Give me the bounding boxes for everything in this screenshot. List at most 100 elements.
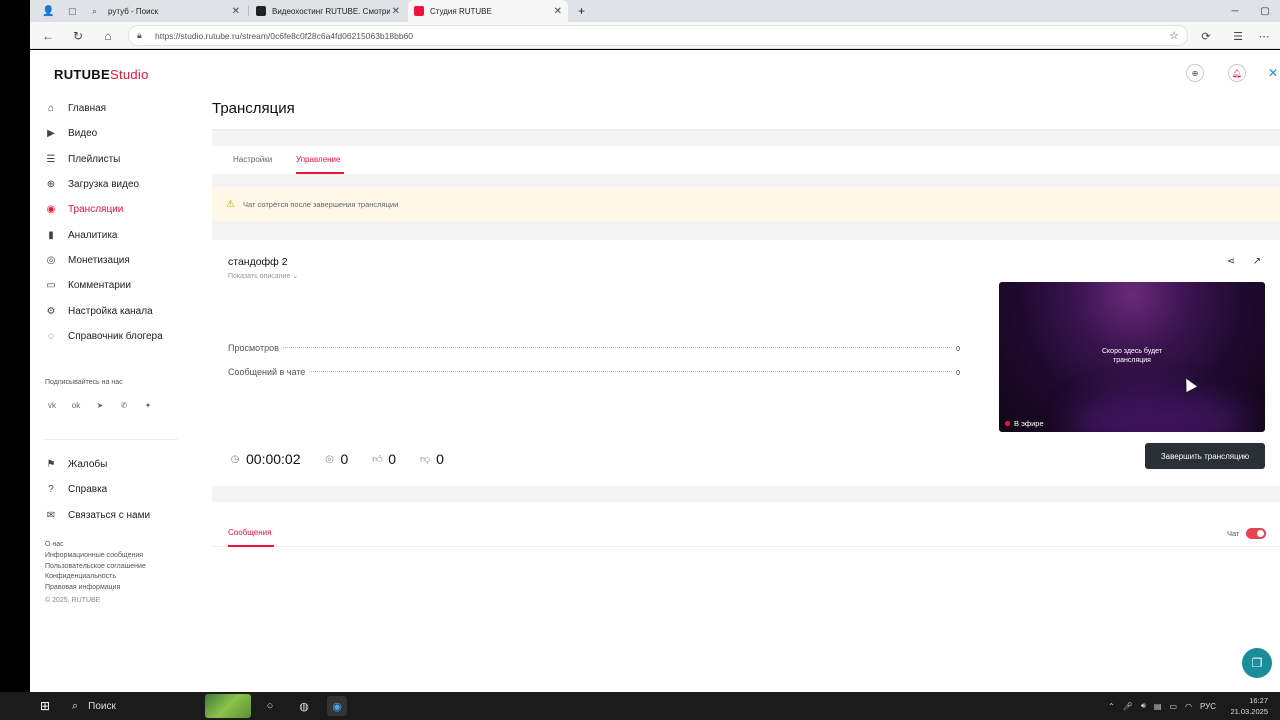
close-tab-icon[interactable]: ✕: [554, 6, 562, 17]
windows-start-icon[interactable]: ⊞: [37, 698, 53, 714]
home-icon: ⌂: [47, 103, 55, 115]
minimize-icon[interactable]: ─: [1220, 0, 1250, 22]
show-description-link[interactable]: Показать описание ⌄: [228, 272, 298, 280]
tab-search[interactable]: ⌕ рутуб - Поиск ✕: [86, 0, 246, 22]
viber-icon[interactable]: ✆: [117, 398, 131, 412]
thumbs-down-icon: 👎︎: [420, 454, 431, 465]
vk-icon[interactable]: vk: [45, 398, 59, 412]
volume-icon[interactable]: 🔊︎: [1141, 701, 1146, 711]
telegram-icon[interactable]: ➤: [93, 398, 107, 412]
sidebar-item-monetization[interactable]: ◎ Монетизация: [44, 248, 184, 273]
more-icon[interactable]: ⋯: [1254, 26, 1274, 46]
odnoklassniki-icon[interactable]: ok: [69, 398, 83, 412]
share-icon[interactable]: ⋖: [1224, 254, 1238, 268]
sidebar-item-comments[interactable]: ▭ Комментарии: [44, 273, 184, 298]
sidebar-item-label: Справка: [68, 484, 108, 496]
gear-icon: ⚙: [46, 305, 56, 317]
footer-link-privacy[interactable]: Конфиденциальность: [45, 572, 146, 583]
timer-counter: ◷ 00:00:02: [228, 451, 301, 467]
microphone-icon[interactable]: 🎤︎: [1123, 702, 1133, 711]
viewer-icon: ◎: [325, 453, 334, 465]
notification-bell-icon[interactable]: 🔔︎: [1228, 64, 1246, 82]
tab-management[interactable]: Управление: [296, 155, 340, 164]
sidebar-item-streams[interactable]: ◉ Трансляции: [44, 197, 184, 222]
edge-browser-icon[interactable]: ◉: [327, 696, 347, 716]
create-icon[interactable]: ⊕: [1186, 64, 1204, 82]
dislikes-count: 0: [436, 451, 444, 467]
live-counters: ◷ 00:00:02 ◎ 0 👍︎ 0 👎︎ 0: [228, 451, 466, 467]
tab-title: рутуб - Поиск: [108, 6, 159, 16]
tray-chevron-icon[interactable]: ⌃: [1108, 702, 1115, 711]
tab-actions-icon[interactable]: ▢: [62, 0, 86, 22]
open-external-icon[interactable]: ↗: [1250, 254, 1264, 268]
sidebar-item-label: Главная: [68, 103, 107, 115]
tab-rutube[interactable]: Видеохостинг RUTUBE. Смотрит... ✕: [250, 0, 406, 22]
sidebar-item-complaints[interactable]: ⚑ Жалобы: [44, 452, 184, 477]
tab-messages[interactable]: Сообщения: [228, 528, 271, 537]
dzen-icon[interactable]: ✦: [141, 398, 155, 412]
close-tab-icon[interactable]: ✕: [232, 6, 240, 17]
footer-link-info[interactable]: Информационные сообщения: [45, 551, 146, 562]
widgets-image[interactable]: [205, 694, 251, 718]
sidebar-item-label: Видео: [68, 128, 98, 140]
back-icon[interactable]: ←: [38, 26, 58, 46]
battery-icon[interactable]: ▭: [1169, 702, 1177, 711]
profile-icon[interactable]: 👤: [36, 0, 60, 22]
avatar[interactable]: ✕: [1264, 64, 1280, 82]
task-view-icon[interactable]: ○: [260, 696, 280, 716]
sidebar-item-upload[interactable]: ⊕ Загрузка видео: [44, 172, 184, 197]
active-tab-underline: [296, 172, 344, 174]
support-chat-icon[interactable]: ❐: [1242, 648, 1272, 678]
favorites-icon[interactable]: ☰: [1228, 26, 1248, 46]
taskbar-clock[interactable]: 16:27 21.03.2025: [1230, 695, 1268, 717]
sidebar-item-blogger-guide[interactable]: ◌ Справочник блогера: [44, 324, 184, 349]
sidebar-item-help[interactable]: ? Справка: [44, 477, 184, 502]
home-icon[interactable]: ⌂: [98, 26, 118, 46]
sidebar-item-channel-settings[interactable]: ⚙ Настройка канала: [44, 298, 184, 323]
address-bar[interactable]: 🔒︎ https://studio.rutube.ru/stream/0c6fe…: [128, 25, 1188, 46]
sidebar-item-playlists[interactable]: ☰ Плейлисты: [44, 147, 184, 172]
favorite-star-icon[interactable]: ☆: [1169, 29, 1179, 42]
sidebar-item-label: Связаться с нами: [68, 509, 151, 521]
footer-link-about[interactable]: О нас: [45, 540, 146, 551]
network-icon[interactable]: ▤: [1154, 702, 1162, 711]
tab-settings[interactable]: Настройки: [233, 155, 272, 164]
on-air-label: В эфире: [1014, 419, 1044, 428]
monetization-icon: ◎: [46, 254, 56, 266]
sidebar-item-video[interactable]: ▶ Видео: [44, 121, 184, 146]
end-stream-button[interactable]: Завершить трансляцию: [1145, 443, 1265, 469]
viewers-counter: ◎ 0: [323, 451, 348, 467]
new-tab-button[interactable]: +: [572, 0, 592, 22]
likes-count: 0: [388, 451, 397, 467]
preview-glow: [1069, 392, 1249, 432]
chat-divider: [212, 546, 1280, 547]
sidebar-item-home[interactable]: ⌂ Главная: [44, 96, 184, 121]
clock-icon: ◷: [230, 453, 240, 465]
sidebar-item-label: Плейлисты: [68, 153, 121, 165]
refresh-icon[interactable]: ↻: [68, 26, 88, 46]
footer-link-legal[interactable]: Правовая информация: [45, 583, 146, 594]
close-tab-icon[interactable]: ✕: [392, 6, 400, 17]
flag-icon: ⚑: [46, 459, 56, 471]
stat-label: Просмотров: [228, 343, 279, 353]
language-indicator[interactable]: РУС: [1200, 702, 1216, 711]
stream-preview[interactable]: Скоро здесь будет трансляция В эфире: [999, 282, 1265, 432]
url-text: https://studio.rutube.ru/stream/0c6fe8c0…: [155, 30, 414, 41]
clock-time: 16:27: [1249, 696, 1268, 705]
show-description-label: Показать описание: [228, 273, 291, 280]
sidebar-item-contact[interactable]: ✉ Связаться с нами: [44, 503, 184, 528]
sidebar-item-analytics[interactable]: ▮ Аналитика: [44, 222, 184, 247]
app-icon[interactable]: ◍: [294, 696, 314, 716]
address-bar-row: ← ↻ ⌂ 🔒︎ https://studio.rutube.ru/stream…: [30, 22, 1280, 49]
stat-value: 0: [956, 370, 960, 377]
maximize-icon[interactable]: ▢: [1250, 0, 1280, 22]
extensions-icon[interactable]: ⟳: [1196, 26, 1216, 46]
footer-links: О нас Информационные сообщения Пользоват…: [45, 540, 146, 607]
footer-link-agreement[interactable]: Пользовательское соглашение: [45, 562, 146, 573]
tab-studio[interactable]: Студия RUTUBE ✕: [408, 0, 568, 22]
wifi-icon[interactable]: ◠: [1185, 702, 1192, 711]
list-icon: ☰: [46, 153, 56, 165]
clock-date: 21.03.2025: [1230, 707, 1268, 716]
rutube-studio-logo[interactable]: RUTUBEStudio: [54, 67, 149, 82]
chat-toggle[interactable]: [1246, 528, 1266, 539]
